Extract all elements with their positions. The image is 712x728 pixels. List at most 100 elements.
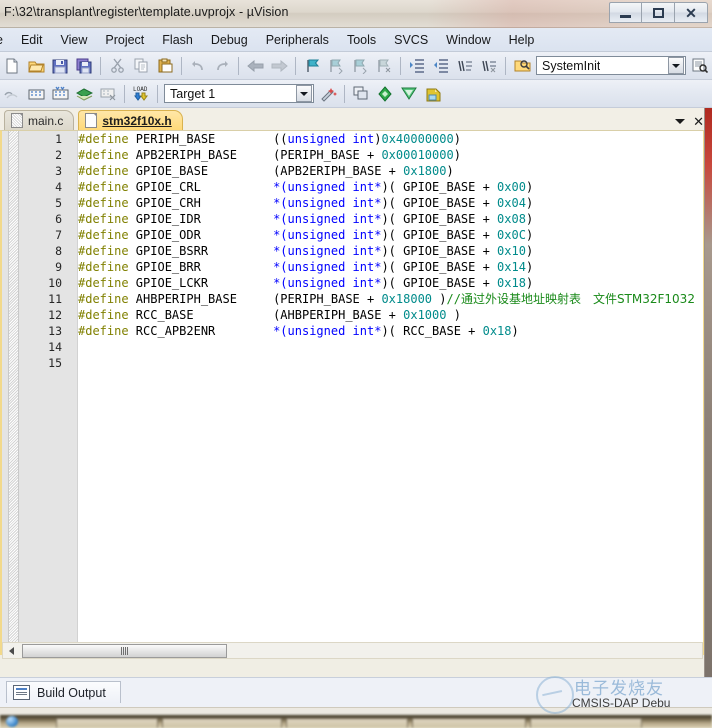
code-line: 11 #define AHBPERIPH_BASE (PERIPH_BASE + … bbox=[2, 291, 703, 307]
output-tab-label: Build Output bbox=[37, 685, 106, 700]
code-token: 0x00 bbox=[497, 180, 526, 194]
bookmark-next-icon[interactable] bbox=[349, 55, 371, 77]
restore-button[interactable] bbox=[642, 2, 675, 23]
indent-icon[interactable] bbox=[406, 55, 428, 77]
code-token: *( bbox=[273, 260, 288, 274]
code-token: #define bbox=[78, 292, 129, 306]
horizontal-scroll-thumb[interactable] bbox=[22, 643, 227, 658]
code-token: ) bbox=[446, 164, 454, 178]
tab-stm32f10x-h[interactable]: stm32f10x.h bbox=[78, 110, 183, 130]
save-icon[interactable] bbox=[49, 55, 71, 77]
function-combo[interactable]: SystemInit bbox=[536, 56, 686, 75]
paste-icon[interactable] bbox=[154, 55, 176, 77]
tab-main-c[interactable]: main.c bbox=[4, 110, 75, 130]
menu-tools[interactable]: Tools bbox=[338, 30, 385, 50]
line-number: 11 bbox=[48, 292, 62, 306]
menu-view[interactable]: View bbox=[52, 30, 97, 50]
batch-build-icon[interactable] bbox=[73, 83, 95, 105]
code-token: )( RCC_BASE + bbox=[381, 324, 483, 338]
menu-svcs[interactable]: SVCS bbox=[385, 30, 437, 50]
code-token: )( GPIOE_BASE + bbox=[381, 260, 498, 274]
undo-icon[interactable] bbox=[187, 55, 209, 77]
code-line: 6 #define GPIOE_IDR *(unsigned int*)( GPI… bbox=[2, 211, 703, 227]
build-target-icon[interactable] bbox=[25, 83, 47, 105]
menu-window[interactable]: Window bbox=[437, 30, 499, 50]
menu-project[interactable]: Project bbox=[96, 30, 153, 50]
cut-icon[interactable] bbox=[106, 55, 128, 77]
target-combo-value: Target 1 bbox=[170, 86, 216, 101]
code-token: unsigned int* bbox=[287, 260, 382, 274]
build-output-icon bbox=[13, 685, 30, 700]
open-file-icon[interactable] bbox=[25, 55, 47, 77]
code-token: #define bbox=[78, 260, 129, 274]
line-number: 1 bbox=[55, 132, 62, 146]
comment-icon[interactable] bbox=[454, 55, 476, 77]
outdent-icon[interactable] bbox=[430, 55, 452, 77]
code-editor-pane[interactable]: 1 #define PERIPH_BASE ((unsigned int)0x40… bbox=[0, 130, 705, 655]
function-combo-dropdown-button[interactable] bbox=[668, 57, 684, 74]
code-line: 10 #define GPIOE_LCKR *(unsigned int*)( G… bbox=[2, 275, 703, 291]
code-line-text: #define GPIOE_CRL *(unsigned int*)( GPIO… bbox=[68, 179, 533, 195]
chevron-down-icon bbox=[300, 91, 308, 96]
rebuild-all-icon[interactable] bbox=[49, 83, 71, 105]
active-files-dropdown-icon[interactable] bbox=[675, 119, 686, 124]
close-button[interactable]: ✕ bbox=[675, 2, 708, 23]
find-in-files-icon[interactable] bbox=[511, 55, 533, 77]
target-combo-dropdown-button[interactable] bbox=[296, 85, 312, 102]
tab-build-output[interactable]: Build Output bbox=[6, 681, 121, 703]
manage-run-time-icon[interactable] bbox=[422, 83, 444, 105]
taskbar-button[interactable] bbox=[56, 718, 158, 728]
menu-edit[interactable]: Edit bbox=[12, 30, 52, 50]
new-file-icon[interactable] bbox=[1, 55, 23, 77]
menu-file[interactable]: e bbox=[0, 30, 12, 50]
manage-project-items-icon[interactable] bbox=[350, 83, 372, 105]
close-document-icon[interactable]: ✕ bbox=[693, 115, 704, 128]
code-token: #define bbox=[78, 148, 129, 162]
start-orb-icon[interactable] bbox=[6, 716, 18, 727]
code-line-text: #define RCC_BASE (AHBPERIPH_BASE + 0x100… bbox=[68, 307, 461, 323]
code-token: ) bbox=[525, 244, 534, 258]
navigate-back-icon[interactable] bbox=[244, 55, 266, 77]
taskbar-button[interactable] bbox=[286, 718, 408, 728]
menu-flash[interactable]: Flash bbox=[153, 30, 202, 50]
code-token: #define bbox=[78, 308, 129, 322]
menu-peripherals[interactable]: Peripherals bbox=[257, 30, 338, 50]
bookmark-prev-icon[interactable] bbox=[325, 55, 347, 77]
menu-debug[interactable]: Debug bbox=[202, 30, 257, 50]
code-token: // bbox=[446, 292, 461, 306]
code-line-text: #define GPIOE_BASE (APB2ERIPH_BASE + 0x1… bbox=[68, 163, 454, 179]
tab-label: main.c bbox=[28, 113, 64, 128]
code-token: *( bbox=[273, 244, 288, 258]
translate-file-icon[interactable] bbox=[1, 83, 23, 105]
code-token: unsigned int* bbox=[287, 228, 382, 242]
multi-project-icon[interactable] bbox=[374, 83, 396, 105]
scroll-left-button[interactable] bbox=[3, 643, 20, 658]
code-line: 1 #define PERIPH_BASE ((unsigned int)0x40… bbox=[2, 131, 703, 147]
taskbar-button[interactable] bbox=[530, 718, 642, 728]
browse-symbols-icon[interactable] bbox=[689, 55, 711, 77]
uncomment-icon[interactable] bbox=[478, 55, 500, 77]
target-combo[interactable]: Target 1 bbox=[164, 84, 314, 103]
copy-icon[interactable] bbox=[130, 55, 152, 77]
code-token: GPIOE_CRL bbox=[128, 180, 274, 194]
taskbar-button[interactable] bbox=[412, 718, 526, 728]
bookmark-toggle-icon[interactable] bbox=[301, 55, 323, 77]
minimize-button[interactable] bbox=[609, 2, 642, 23]
horizontal-scrollbar[interactable] bbox=[2, 642, 703, 659]
taskbar-button[interactable] bbox=[162, 718, 282, 728]
toolbar-separator bbox=[100, 56, 101, 75]
navigate-forward-icon[interactable] bbox=[268, 55, 290, 77]
download-to-flash-icon[interactable]: LOAD bbox=[130, 83, 152, 105]
redo-icon[interactable] bbox=[211, 55, 233, 77]
menu-help[interactable]: Help bbox=[500, 30, 544, 50]
toolbar-separator bbox=[181, 56, 182, 75]
code-token: )( GPIOE_BASE + bbox=[381, 212, 498, 226]
configuration-wizard-icon[interactable] bbox=[398, 83, 420, 105]
stop-build-icon[interactable] bbox=[97, 83, 119, 105]
source-code-text[interactable]: 1 #define PERIPH_BASE ((unsigned int)0x40… bbox=[2, 131, 703, 653]
bookmark-clear-icon[interactable] bbox=[373, 55, 395, 77]
vertical-scrollbar[interactable] bbox=[704, 108, 712, 677]
minimize-icon bbox=[620, 14, 631, 18]
save-all-icon[interactable] bbox=[73, 55, 95, 77]
target-options-icon[interactable] bbox=[317, 83, 339, 105]
